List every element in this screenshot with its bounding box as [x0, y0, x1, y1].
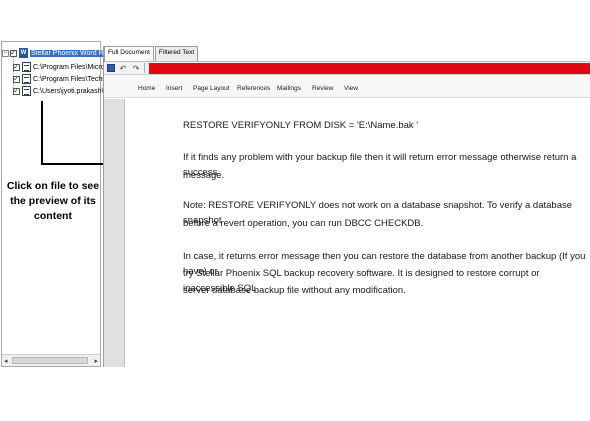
toolbar-divider [144, 63, 145, 73]
menu-page-layout[interactable]: Page Layout [193, 85, 230, 92]
menu-home[interactable]: Home [138, 85, 155, 92]
scroll-left-icon[interactable]: ◂ [4, 357, 8, 365]
checkbox-file-1[interactable] [13, 62, 20, 71]
doc-line: message. [183, 170, 225, 181]
word-app-icon: W [19, 48, 28, 58]
redo-icon[interactable]: ↷ [131, 63, 141, 73]
menu-references[interactable]: References [237, 85, 270, 92]
document-file-icon [22, 74, 31, 84]
doc-line: before a revert operation, you can run D… [183, 218, 424, 229]
scroll-right-icon[interactable]: ▸ [94, 357, 98, 365]
doc-line: RESTORE VERIFYONLY FROM DISK = 'E:\Name.… [183, 120, 419, 131]
document-preview-pane: Full Document Filtered Text ↶ ↷ ▾ Home I… [103, 46, 590, 367]
checkbox-file-2[interactable] [13, 74, 20, 83]
horizontal-scrollbar[interactable]: ◂ ▸ [2, 354, 100, 366]
menu-insert[interactable]: Insert [166, 85, 182, 92]
tab-filtered-text[interactable]: Filtered Text [154, 46, 199, 61]
tree-item-label: C:\Program Files\Techs [33, 75, 106, 83]
save-icon[interactable] [107, 64, 115, 72]
quick-access-toolbar: ↶ ↷ ▾ [104, 61, 590, 75]
menu-mailings[interactable]: Mailings [277, 85, 301, 92]
scrollbar-thumb[interactable] [12, 357, 88, 364]
view-tabs: Full Document Filtered Text [104, 46, 199, 61]
document-file-icon [22, 86, 31, 96]
tree-item-root[interactable]: − W Stellar Phoenix Word Repai [2, 47, 118, 59]
tree-item-label: C:\Program Files\Micro [33, 63, 105, 71]
undo-icon[interactable]: ↶ [118, 63, 128, 73]
tree-item-file-1[interactable]: C:\Program Files\Micro [13, 61, 105, 73]
title-bar [149, 63, 590, 74]
collapse-icon[interactable]: − [2, 49, 9, 57]
menu-review[interactable]: Review [312, 85, 333, 92]
tree-item-file-2[interactable]: C:\Program Files\Techs [13, 73, 106, 85]
document-page: RESTORE VERIFYONLY FROM DISK = 'E:\Name.… [124, 99, 590, 367]
menu-view[interactable]: View [344, 85, 358, 92]
ribbon-menu: Home Insert Page Layout References Maili… [104, 75, 590, 98]
doc-line: server database backup file without any … [183, 285, 406, 296]
checkbox-root[interactable] [10, 48, 17, 57]
checkbox-file-3[interactable] [13, 86, 20, 95]
tree-item-file-3[interactable]: C:\Users\jyoti.prakash\ [13, 85, 103, 97]
document-canvas[interactable]: RESTORE VERIFYONLY FROM DISK = 'E:\Name.… [104, 99, 590, 367]
tab-full-document[interactable]: Full Document [104, 46, 154, 61]
document-file-icon [22, 62, 31, 72]
tree-item-label: C:\Users\jyoti.prakash\ [33, 87, 104, 95]
callout-caption: Click on file to see the preview of its … [6, 180, 100, 222]
callout-line [41, 101, 43, 164]
